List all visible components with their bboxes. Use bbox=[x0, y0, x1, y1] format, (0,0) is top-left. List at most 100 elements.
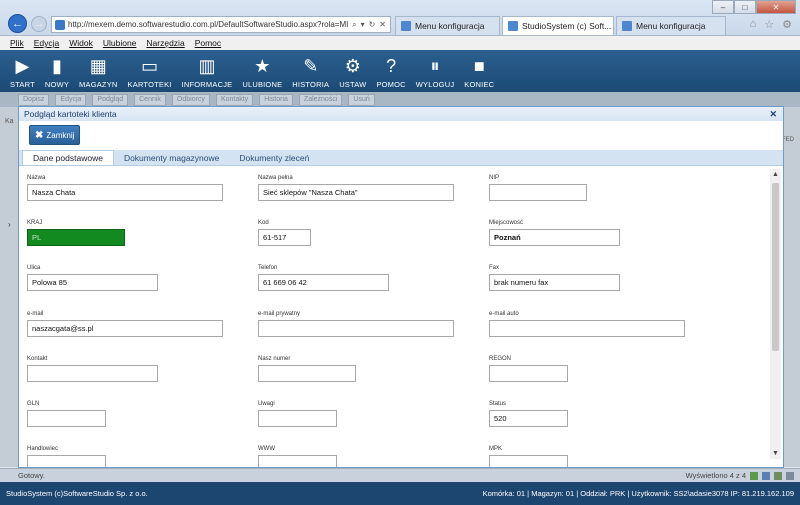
magazyn-button[interactable]: ▦ MAGAZYN bbox=[79, 50, 118, 90]
ulubione-button[interactable]: ★ ULUBIONE bbox=[242, 50, 282, 90]
kraj-input[interactable]: PL bbox=[27, 229, 125, 246]
cennik-button[interactable]: Cennik bbox=[134, 93, 166, 106]
menu-bar: Plik Edycja Widok Ulubione Narzędzia Pom… bbox=[0, 36, 800, 50]
nasz-numer-input[interactable] bbox=[258, 365, 356, 382]
zamknij-label: Zamknij bbox=[46, 130, 75, 140]
export-icon[interactable] bbox=[774, 471, 782, 480]
browser-tab-3[interactable]: Menu konfiguracja bbox=[616, 16, 726, 35]
www-input[interactable] bbox=[258, 455, 337, 467]
scroll-down-icon[interactable]: ▼ bbox=[770, 448, 781, 459]
historia-button[interactable]: ✎ HISTORIA bbox=[292, 50, 329, 90]
dropdown-icon[interactable]: ▾ bbox=[361, 20, 365, 30]
menu-narzedzia[interactable]: Narzędzia bbox=[146, 38, 184, 48]
back-button[interactable]: ← bbox=[8, 14, 27, 33]
kontakty-button[interactable]: Kontakty bbox=[215, 93, 254, 106]
handlowiec-input[interactable] bbox=[27, 455, 106, 467]
email-prywatny-input[interactable] bbox=[258, 320, 454, 337]
kod-input[interactable]: 61-517 bbox=[258, 229, 311, 246]
wyloguj-button[interactable]: ⏸ WYLOGUJ bbox=[416, 50, 455, 90]
zamknij-button[interactable]: ✖ Zamknij bbox=[29, 125, 81, 145]
session-info: Komórka: 01 | Magazyn: 01 | Oddział: PRK… bbox=[482, 489, 794, 498]
field-fax: Fax brak numeru fax bbox=[489, 265, 620, 291]
menu-plik[interactable]: Plik bbox=[10, 38, 24, 48]
form-scrollbar[interactable]: ▲ ▼ bbox=[770, 169, 781, 459]
pomoc-button[interactable]: ? POMOC bbox=[376, 50, 405, 90]
status-input[interactable]: 520 bbox=[489, 410, 568, 427]
refresh-icon[interactable] bbox=[762, 471, 770, 480]
row-expand-icon[interactable]: › bbox=[8, 220, 11, 229]
form-area: Nazwa Nasza Chata Nazwa pełna Sieć sklep… bbox=[19, 167, 771, 467]
favorites-star-icon[interactable]: ☆ bbox=[764, 18, 774, 31]
url-text[interactable]: http://mexem.demo.softwarestudio.com.pl/… bbox=[68, 20, 352, 29]
stop-icon[interactable]: ✕ bbox=[379, 20, 386, 30]
menu-pomoc[interactable]: Pomoc bbox=[195, 38, 221, 48]
copyright-text: StudioSystem (c)SoftwareStudio Sp. z o.o… bbox=[6, 489, 148, 498]
nazwa-pelna-input[interactable]: Sieć sklepów "Nasza Chata" bbox=[258, 184, 454, 201]
podglad-button[interactable]: Podgląd bbox=[92, 93, 129, 106]
usun-button[interactable]: Usuń bbox=[348, 93, 375, 106]
ustaw-button[interactable]: ⚙ USTAW bbox=[339, 50, 366, 90]
field-kraj: KRAJ PL bbox=[27, 220, 125, 246]
email-input[interactable]: naszacgata@ss.pl bbox=[27, 320, 223, 337]
nazwa-input[interactable]: Nasza Chata bbox=[27, 184, 223, 201]
kontakt-input[interactable] bbox=[27, 365, 158, 382]
browser-tab-1[interactable]: Menu konfiguracja bbox=[395, 16, 500, 35]
gear-icon: ⚙ bbox=[344, 55, 361, 76]
start-button[interactable]: ▶ START bbox=[10, 50, 35, 90]
maximize-button[interactable]: □ bbox=[734, 0, 756, 14]
menu-ulubione[interactable]: Ulubione bbox=[103, 38, 137, 48]
menu-edycja[interactable]: Edycja bbox=[34, 38, 60, 48]
star-icon: ★ bbox=[254, 55, 271, 76]
menu-widok[interactable]: Widok bbox=[69, 38, 93, 48]
site-favicon-icon bbox=[55, 19, 65, 30]
tab-dane-podstawowe[interactable]: Dane podstawowe bbox=[22, 150, 114, 165]
tab-label: Menu konfiguracja bbox=[415, 21, 485, 31]
history-icon: ✎ bbox=[303, 55, 319, 76]
settings-gear-icon[interactable]: ⚙ bbox=[782, 18, 792, 31]
field-uwagi: Uwagi bbox=[258, 401, 337, 427]
dialog-close-icon[interactable]: ✕ bbox=[769, 109, 777, 120]
browser-tab-2[interactable]: StudioSystem (c) Soft... ✕ bbox=[502, 16, 614, 35]
scroll-thumb[interactable] bbox=[772, 183, 779, 351]
informacje-button[interactable]: ▥ INFORMACJE bbox=[182, 50, 233, 90]
gln-input[interactable] bbox=[27, 410, 106, 427]
koniec-button[interactable]: ■ KONIEC bbox=[464, 50, 494, 90]
home-icon[interactable]: ⌂ bbox=[750, 18, 757, 31]
ulica-input[interactable]: Polowa 85 bbox=[27, 274, 158, 291]
window-close-button[interactable]: ✕ bbox=[756, 0, 796, 14]
minimize-button[interactable]: – bbox=[712, 0, 734, 14]
tab-dokumenty-magazynowe[interactable]: Dokumenty magazynowe bbox=[114, 151, 229, 165]
search-icon[interactable]: ⌕ bbox=[352, 20, 356, 30]
fax-input[interactable]: brak numeru fax bbox=[489, 274, 620, 291]
dopisz-button[interactable]: Dopisz bbox=[18, 93, 50, 106]
regon-input[interactable] bbox=[489, 365, 568, 382]
field-kontakt: Kontakt bbox=[27, 356, 158, 382]
field-handlowiec: Handlowiec bbox=[27, 446, 106, 467]
dialog-title: Podgląd kartoteki klienta bbox=[24, 109, 117, 119]
warehouse-icon: ▦ bbox=[89, 55, 107, 76]
dialog-header: Podgląd kartoteki klienta ✕ bbox=[19, 107, 783, 121]
edycja-button[interactable]: Edycja bbox=[55, 93, 87, 106]
print-icon[interactable] bbox=[786, 471, 794, 480]
email-auto-input[interactable] bbox=[489, 320, 685, 337]
uwagi-input[interactable] bbox=[258, 410, 337, 427]
kartoteki-button[interactable]: ▭ KARTOTEKI bbox=[128, 50, 172, 90]
scroll-up-icon[interactable]: ▲ bbox=[770, 169, 781, 180]
nowy-button[interactable]: ▮ NOWY bbox=[45, 50, 69, 90]
window-controls: – □ ✕ bbox=[712, 0, 796, 14]
zaleznosci-button[interactable]: Zależności bbox=[298, 93, 343, 106]
mpk-input[interactable] bbox=[489, 455, 568, 467]
nip-input[interactable] bbox=[489, 184, 587, 201]
miejscowosc-input[interactable]: Poznań bbox=[489, 229, 620, 246]
odbiorcy-button[interactable]: Odbiorcy bbox=[171, 93, 210, 106]
historia-sub-button[interactable]: Historia bbox=[259, 93, 293, 106]
refresh-icon[interactable]: ↻ bbox=[369, 20, 376, 30]
address-bar[interactable]: http://mexem.demo.softwarestudio.com.pl/… bbox=[51, 16, 391, 33]
tab-dokumenty-zlecen[interactable]: Dokumenty zleceń bbox=[229, 151, 319, 165]
telefon-input[interactable]: 61 669 06 42 bbox=[258, 274, 389, 291]
app-footer: StudioSystem (c)SoftwareStudio Sp. z o.o… bbox=[0, 482, 800, 505]
forward-button[interactable]: → bbox=[31, 16, 47, 32]
add-icon[interactable] bbox=[750, 471, 758, 480]
arrow-left-icon: ← bbox=[12, 17, 23, 30]
app-toolbar: ▶ START ▮ NOWY ▦ MAGAZYN ▭ KARTOTEKI ▥ INFORM… bbox=[0, 50, 800, 92]
